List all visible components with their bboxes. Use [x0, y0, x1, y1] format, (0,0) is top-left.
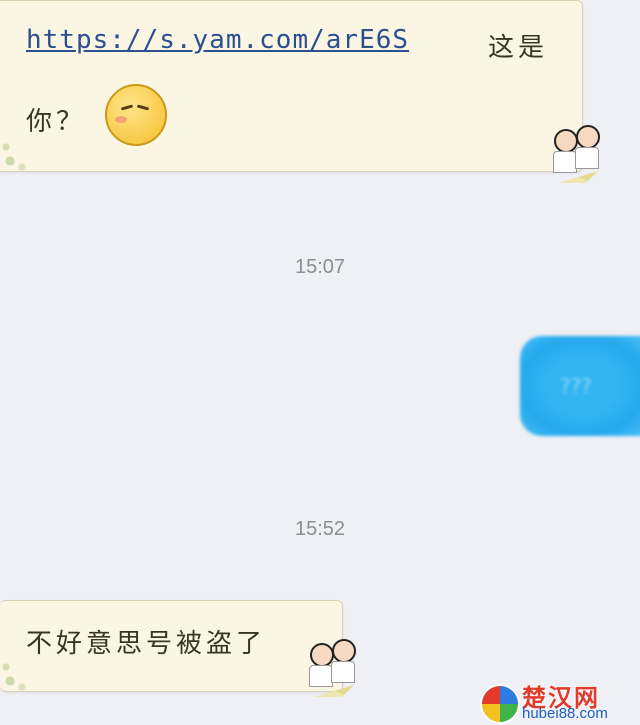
- incoming-message-bubble[interactable]: https://s.yam.com/arE6S 这是 你？: [0, 0, 600, 183]
- message-timestamp: 15:07: [294, 256, 346, 278]
- message-timestamp: 15:52: [294, 518, 346, 540]
- avatar-couple-icon[interactable]: [544, 123, 608, 183]
- site-watermark: 楚汉网 hubei88.com: [478, 680, 640, 725]
- outgoing-message-text: ???: [560, 374, 592, 398]
- incoming-message-bubble[interactable]: 不好意思号被盗了: [0, 600, 356, 697]
- message-link[interactable]: https://s.yam.com/arE6S: [26, 25, 409, 55]
- watermark-url: hubei88.com: [522, 705, 608, 722]
- message-text-line2: 你？: [26, 107, 87, 137]
- outgoing-message-bubble[interactable]: ???: [520, 336, 640, 436]
- message-text: 这是: [488, 33, 549, 63]
- site-logo-icon: [480, 684, 520, 724]
- message-text: 不好意思号被盗了: [26, 629, 267, 659]
- emoji-face-icon: [105, 84, 167, 146]
- avatar-couple-icon[interactable]: [300, 637, 364, 697]
